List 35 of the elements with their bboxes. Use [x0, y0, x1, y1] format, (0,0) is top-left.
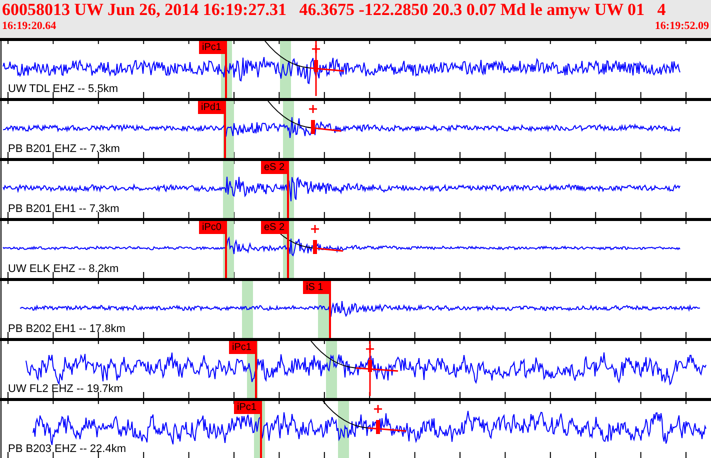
amplitude-marker: [368, 405, 406, 434]
start-time: 16:19:20.64: [2, 20, 56, 33]
station-label: PB B201 EH1 -- 7.3km: [8, 203, 120, 215]
station-label: PB B201 EHZ -- 7.3km: [8, 143, 120, 155]
pick-flag[interactable]: iPd1: [198, 101, 225, 114]
pick-window-band: [283, 101, 294, 158]
amplitude-marker: [356, 341, 398, 396]
pick-flag[interactable]: iPc1: [234, 401, 261, 414]
pick-line: [329, 281, 331, 338]
station-label: UW ELK EHZ -- 8.2km: [8, 263, 119, 275]
pick-line: [225, 221, 227, 278]
pick-flag[interactable]: eS 2: [261, 221, 288, 234]
pick-flag[interactable]: iPc1: [229, 341, 256, 354]
pick-line: [255, 341, 257, 398]
station-label: PB B203 EHZ -- 22.4km: [8, 443, 126, 455]
pick-window-band: [242, 281, 253, 338]
pick-line: [260, 401, 262, 458]
pick-line: [287, 221, 289, 278]
station-label: UW FL2 EHZ -- 19.7km: [8, 383, 123, 395]
amplitude-marker: [309, 105, 342, 134]
pick-line: [225, 41, 227, 98]
event-title: 60058013 UW Jun 26, 2014 16:19:27.31 46.3675 -122.2850 20.3 0.07 Md le amyw UW 01 4: [2, 0, 667, 20]
pick-window-band: [223, 161, 234, 218]
pick-line: [287, 161, 289, 218]
pick-window-band: [326, 341, 337, 398]
pick-flag[interactable]: eS 2: [261, 161, 288, 174]
station-label: UW TDL EHZ -- 5.5km: [8, 83, 118, 95]
pick-flag[interactable]: iS 1: [303, 281, 330, 294]
amplitude-marker: [310, 41, 344, 96]
end-time: 16:19:52.09: [654, 20, 709, 33]
amplitude-marker: [311, 225, 344, 254]
pick-flag[interactable]: iPc0: [199, 221, 226, 234]
pick-flag[interactable]: iPc1: [199, 41, 226, 54]
pick-line: [224, 101, 226, 158]
station-label: PB B202 EH1 -- 17.8km: [8, 323, 126, 335]
